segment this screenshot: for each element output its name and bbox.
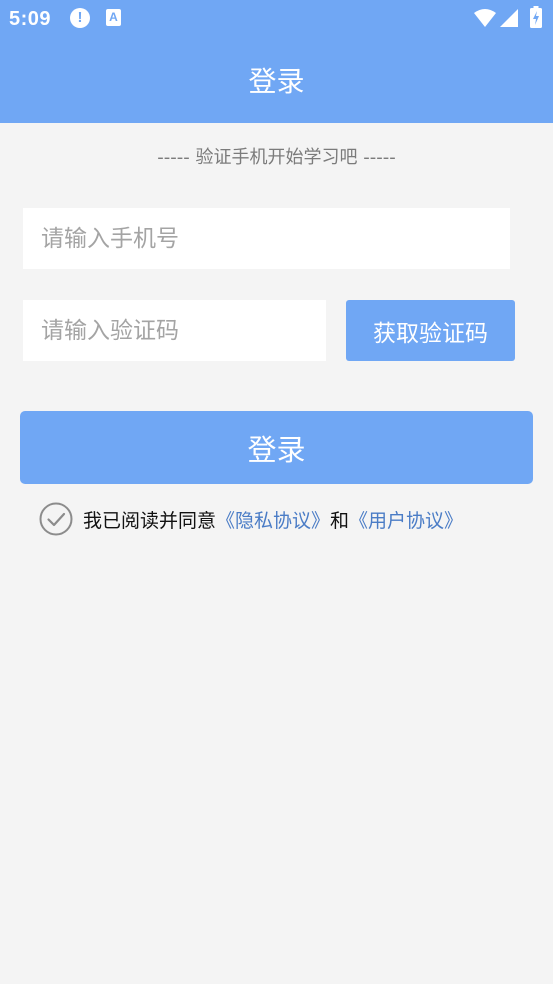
agreement-row: 我已阅读并同意 《隐私协议》 和 《用户协议》 <box>39 502 519 536</box>
login-button[interactable]: 登录 <box>20 411 533 484</box>
phone-input[interactable] <box>23 208 510 269</box>
check-circle-icon[interactable] <box>39 502 73 536</box>
status-time: 5:09 <box>9 8 52 30</box>
page-title: 登录 <box>248 65 305 98</box>
verification-code-input[interactable] <box>23 300 326 361</box>
wifi-icon <box>474 9 496 27</box>
alert-icon: ! <box>70 8 90 28</box>
privacy-policy-link[interactable]: 《隐私协议》 <box>216 506 330 533</box>
agreement-prefix: 我已阅读并同意 <box>83 509 217 532</box>
signal-icon <box>500 9 518 27</box>
status-bar: 5:09 ! A <box>0 0 553 38</box>
agreement-conjunction: 和 <box>330 509 350 532</box>
app-header: 5:09 ! A 登录 <box>0 0 553 123</box>
get-code-button[interactable]: 获取验证码 <box>346 300 515 361</box>
battery-icon <box>530 6 542 28</box>
user-agreement-link[interactable]: 《用户协议》 <box>349 506 463 533</box>
accessibility-icon: A <box>106 9 121 26</box>
hint-text: ----- 验证手机开始学习吧 ----- <box>157 147 396 168</box>
